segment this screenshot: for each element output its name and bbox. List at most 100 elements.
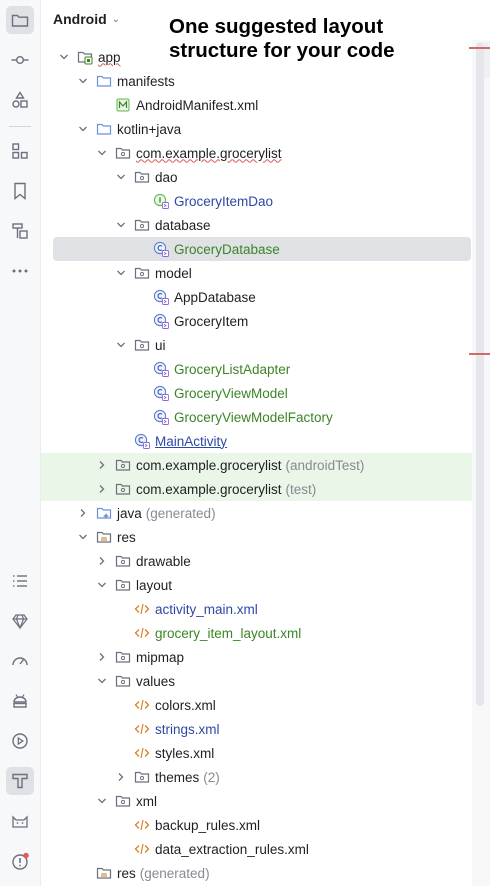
tree-file-node[interactable]: strings.xml <box>41 717 472 741</box>
tree-node-suffix: (generated) <box>145 505 216 521</box>
chevron-right-icon[interactable] <box>95 458 109 472</box>
package-icon <box>115 145 131 161</box>
folder-icon <box>96 73 112 89</box>
tree-folder-node[interactable]: com.example.grocerylist (androidTest) <box>41 453 472 477</box>
structure-icon[interactable] <box>6 137 34 165</box>
tree-file-node[interactable]: data_extraction_rules.xml <box>41 837 472 861</box>
xml-icon <box>134 625 150 641</box>
package-icon <box>134 217 150 233</box>
chevron-right-icon[interactable] <box>95 554 109 568</box>
tree-file-node[interactable]: GroceryListAdapter <box>41 357 472 381</box>
tree-file-node[interactable]: backup_rules.xml <box>41 813 472 837</box>
run-icon[interactable] <box>6 727 34 755</box>
tree-node-label: drawable <box>136 553 191 569</box>
tree-folder-node[interactable]: mipmap <box>41 645 472 669</box>
tree-file-node[interactable]: colors.xml <box>41 693 472 717</box>
tree-folder-node[interactable]: values <box>41 669 472 693</box>
tree-folder-node[interactable]: app <box>41 45 472 69</box>
tree-file-node[interactable]: grocery_item_layout.xml <box>41 621 472 645</box>
chevron-down-icon[interactable] <box>95 146 109 160</box>
vertical-scrollbar[interactable] <box>476 42 484 706</box>
class-icon <box>153 241 169 257</box>
chevron-right-icon[interactable] <box>114 770 128 784</box>
chevron-down-icon[interactable] <box>95 674 109 688</box>
gauge-icon[interactable] <box>6 647 34 675</box>
cat-icon[interactable] <box>6 807 34 835</box>
tree-folder-node[interactable]: themes (2) <box>41 765 472 789</box>
build-icon[interactable] <box>6 767 34 795</box>
chevron-right-icon[interactable] <box>95 650 109 664</box>
chevron-right-icon[interactable] <box>76 506 90 520</box>
tree-folder-node[interactable]: com.example.grocerylist <box>41 141 472 165</box>
tree-folder-node[interactable]: res <box>41 525 472 549</box>
tree-file-node[interactable]: GroceryDatabase <box>53 237 471 261</box>
tree-node-label: colors.xml <box>155 697 216 713</box>
android-icon[interactable] <box>6 687 34 715</box>
shapes-icon[interactable] <box>6 86 34 114</box>
resource-manager-icon[interactable] <box>6 217 34 245</box>
error-marker[interactable] <box>469 353 490 355</box>
tree-node-label: manifests <box>117 73 175 89</box>
problems-icon[interactable] <box>6 847 34 875</box>
tree-node-label: MainActivity <box>155 433 228 449</box>
view-selector[interactable]: Android ⌄ <box>53 11 120 27</box>
gem-icon[interactable] <box>6 607 34 635</box>
chevron-down-icon: ⌄ <box>111 13 121 25</box>
commit-icon[interactable] <box>6 46 34 74</box>
package-icon <box>115 793 131 809</box>
chevron-down-icon[interactable] <box>114 218 128 232</box>
tree-folder-node[interactable]: drawable <box>41 549 472 573</box>
chevron-down-icon[interactable] <box>76 74 90 88</box>
chevron-right-icon[interactable] <box>95 482 109 496</box>
tree-folder-node[interactable]: manifests <box>41 69 472 93</box>
tree-folder-node[interactable]: layout <box>41 573 472 597</box>
tree-file-node[interactable]: GroceryViewModel <box>41 381 472 405</box>
tree-file-node[interactable]: AndroidManifest.xml <box>41 93 472 117</box>
tree-file-node[interactable]: GroceryViewModelFactory <box>41 405 472 429</box>
chevron-down-icon[interactable] <box>95 794 109 808</box>
tree-file-node[interactable]: GroceryItem <box>41 309 472 333</box>
tree-folder-node[interactable]: model <box>41 261 472 285</box>
tree-node-label: values <box>136 673 176 689</box>
class-icon <box>153 289 169 305</box>
chevron-down-icon[interactable] <box>76 122 90 136</box>
tree-folder-node[interactable]: com.example.grocerylist (test) <box>41 477 472 501</box>
chevron-down-icon[interactable] <box>114 338 128 352</box>
tree-folder-node[interactable]: ui <box>41 333 472 357</box>
class-icon <box>153 313 169 329</box>
tree-node-label: res <box>117 529 136 545</box>
tree-node-label: backup_rules.xml <box>155 817 261 833</box>
tree-file-node[interactable]: activity_main.xml <box>41 597 472 621</box>
tree-node-label: ui <box>155 337 166 353</box>
tree-folder-node[interactable]: kotlin+java <box>41 117 472 141</box>
chevron-down-icon[interactable] <box>57 50 71 64</box>
chevron-down-icon[interactable] <box>114 266 128 280</box>
list-icon[interactable] <box>6 567 34 595</box>
project-folder-icon[interactable] <box>6 6 34 34</box>
tree-file-node[interactable]: AppDatabase <box>41 285 472 309</box>
chevron-down-icon[interactable] <box>95 578 109 592</box>
class-icon <box>153 361 169 377</box>
chevron-down-icon[interactable] <box>76 530 90 544</box>
more-icon[interactable] <box>6 257 34 285</box>
chevron-down-icon[interactable] <box>114 170 128 184</box>
tree-node-label: model <box>155 265 192 281</box>
tree-folder-node[interactable]: database <box>41 213 472 237</box>
tree-file-node[interactable]: styles.xml <box>41 741 472 765</box>
package-icon <box>115 457 131 473</box>
tree-folder-node[interactable]: java (generated) <box>41 501 472 525</box>
tree-file-node[interactable]: MainActivity <box>41 429 472 453</box>
bookmark-icon[interactable] <box>6 177 34 205</box>
error-marker[interactable] <box>469 47 490 49</box>
tree-file-node[interactable]: res (generated) <box>41 861 472 885</box>
tree-folder-node[interactable]: xml <box>41 789 472 813</box>
tree-file-node[interactable]: GroceryItemDao <box>41 189 472 213</box>
tree-folder-node[interactable]: dao <box>41 165 472 189</box>
